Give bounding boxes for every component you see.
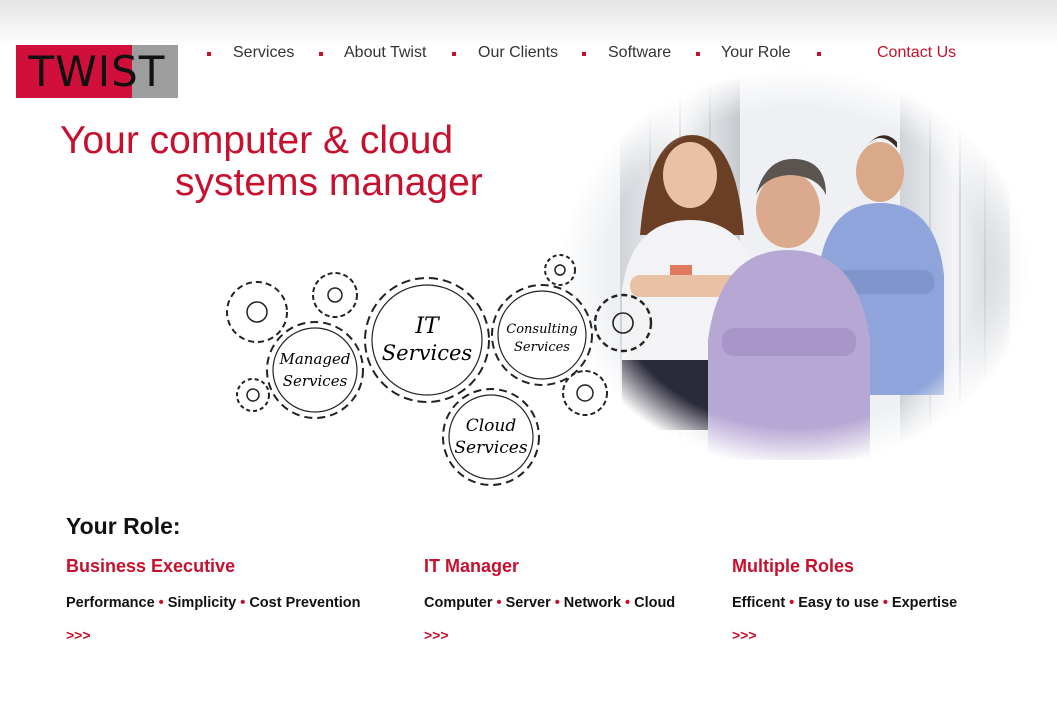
- nav-bullet-icon: [817, 52, 821, 56]
- consulting-services-gear: Consulting Services: [491, 284, 593, 386]
- more-link[interactable]: >>>: [66, 627, 361, 643]
- hero-title-line1: Your computer & cloud: [60, 119, 454, 162]
- hero-title: Your computer & cloud systems manager: [60, 120, 483, 204]
- more-link[interactable]: >>>: [732, 627, 957, 643]
- it-label-2: Services: [382, 341, 473, 365]
- gear-icon: [226, 281, 288, 343]
- managed-label-1: Managed: [279, 350, 351, 368]
- managed-label-2: Services: [283, 372, 348, 390]
- role-item: Performance: [66, 595, 155, 611]
- role-item: Expertise: [891, 595, 958, 611]
- role-item: Efficent: [732, 595, 786, 611]
- nav-bullet-icon: [452, 52, 456, 56]
- role-items: Computer • Server • Network • Cloud: [424, 595, 675, 611]
- services-gears-illustration: Managed Services IT Services Consulting …: [226, 254, 653, 486]
- role-column-multiple: Multiple Roles Efficent • Easy to use • Expe…: [732, 556, 957, 643]
- dot-separator-icon: •: [496, 595, 502, 611]
- nav-bullet-icon: [319, 52, 323, 56]
- more-link[interactable]: >>>: [424, 627, 675, 643]
- role-title-it-manager[interactable]: IT Manager: [424, 556, 675, 577]
- nav-item-services[interactable]: Services: [233, 44, 294, 62]
- role-item: Server: [505, 595, 551, 611]
- cloud-label-1: Cloud: [466, 416, 517, 436]
- section-heading: Your Role:: [66, 513, 181, 539]
- role-column-business: Business Executive Performance • Simplicit…: [66, 556, 361, 643]
- nav-bullet-icon: [207, 52, 211, 56]
- role-item: Cloud: [634, 595, 676, 611]
- dot-separator-icon: •: [882, 595, 888, 611]
- nav-item-about[interactable]: About Twist: [344, 44, 426, 62]
- managed-services-gear: Managed Services: [266, 321, 364, 419]
- top-gradient: [0, 0, 1057, 46]
- dot-separator-icon: •: [789, 595, 795, 611]
- gear-icon: [312, 272, 358, 318]
- role-item: Computer: [424, 595, 493, 611]
- nav-item-clients[interactable]: Our Clients: [478, 44, 558, 62]
- dot-separator-icon: •: [554, 595, 560, 611]
- role-column-it-manager: IT Manager Computer • Server • Network • Cloud…: [424, 556, 675, 643]
- consulting-label-1: Consulting: [506, 322, 577, 337]
- role-item: Network: [563, 595, 622, 611]
- role-title-multiple[interactable]: Multiple Roles: [732, 556, 957, 577]
- dot-separator-icon: •: [158, 595, 164, 611]
- nav-bullet-icon: [582, 52, 586, 56]
- role-items: Performance • Simplicity • Cost Prevention: [66, 595, 361, 611]
- cloud-services-gear: Cloud Services: [442, 388, 540, 486]
- nav-bullet-icon: [696, 52, 700, 56]
- logo-text: TWIST: [28, 47, 166, 96]
- consulting-label-2: Services: [514, 340, 570, 355]
- gear-icon: [236, 378, 270, 412]
- role-title-business[interactable]: Business Executive: [66, 556, 361, 577]
- it-label-1: IT: [414, 314, 441, 339]
- role-items: Efficent • Easy to use • Expertise: [732, 595, 957, 611]
- gear-icon: [562, 370, 608, 416]
- dot-separator-icon: •: [240, 595, 246, 611]
- hero-title-line2: systems manager: [175, 161, 483, 204]
- gear-icon: [593, 293, 653, 353]
- gear-icon: [544, 254, 576, 286]
- dot-separator-icon: •: [625, 595, 631, 611]
- role-item: Easy to use: [798, 595, 879, 611]
- cloud-label-2: Services: [454, 438, 527, 458]
- twist-logo[interactable]: TWIST: [16, 45, 178, 98]
- role-item: Simplicity: [167, 595, 237, 611]
- role-item: Cost Prevention: [249, 595, 361, 611]
- it-services-gear: IT Services: [364, 277, 490, 403]
